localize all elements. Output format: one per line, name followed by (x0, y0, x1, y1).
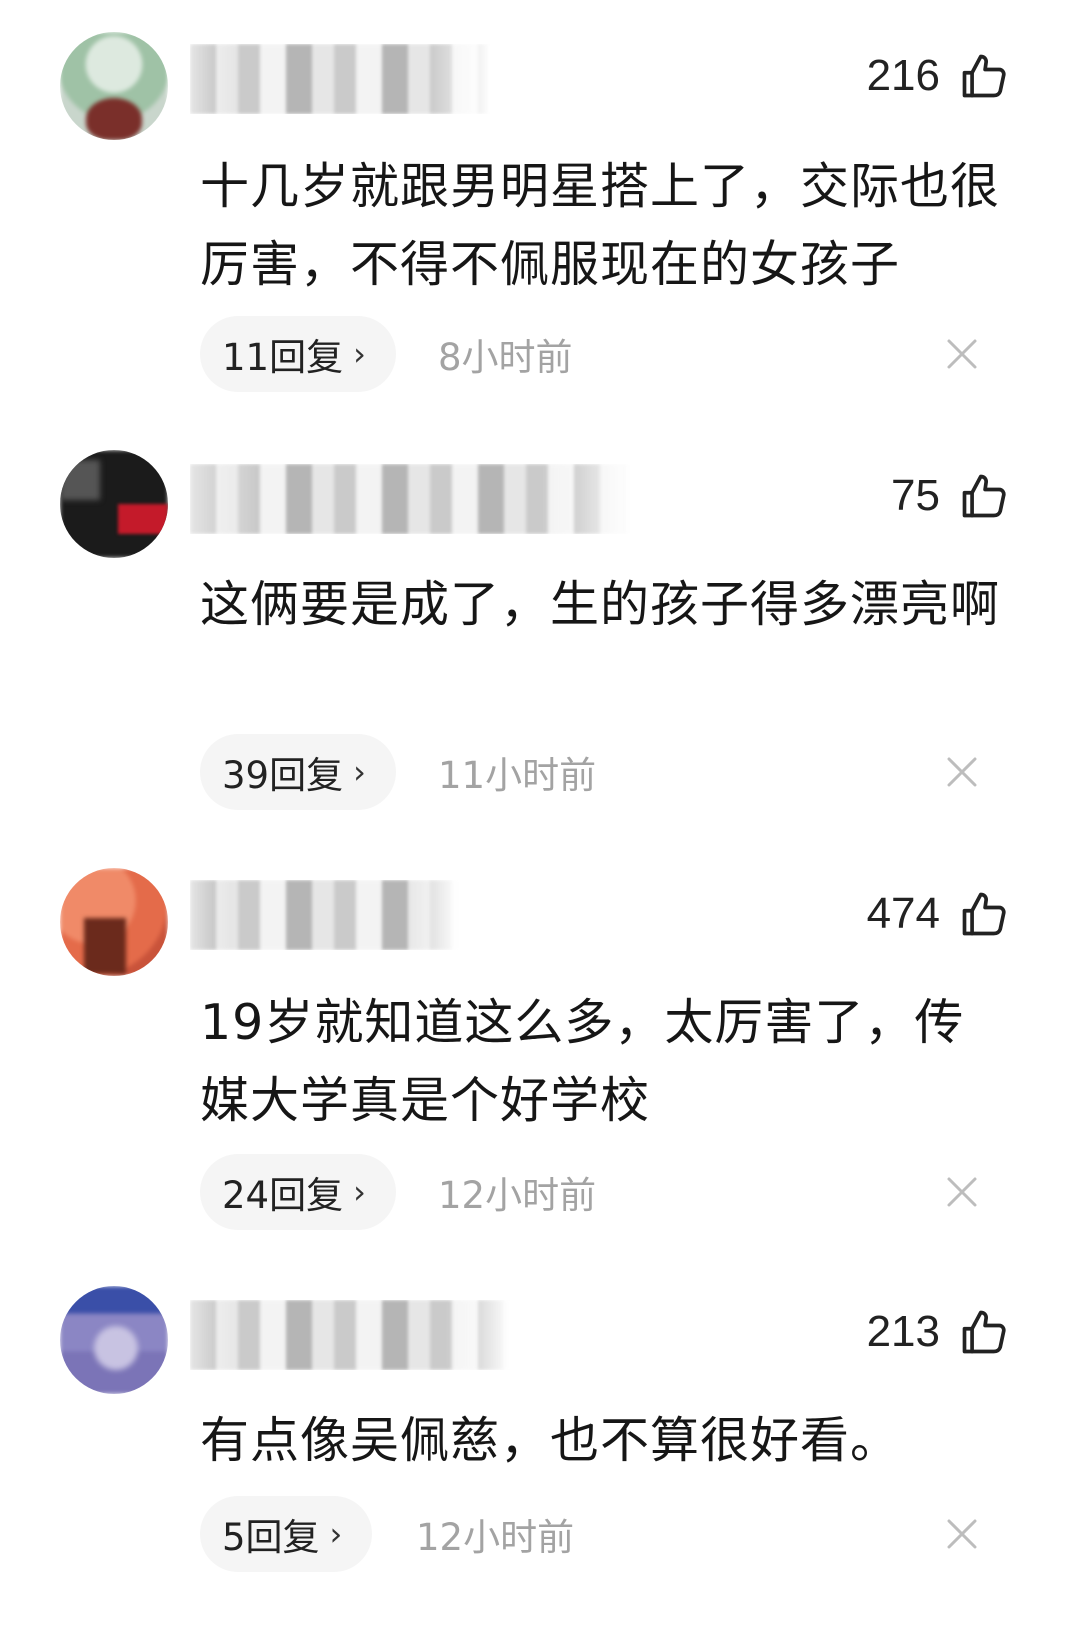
chevron-right-icon: › (353, 753, 366, 791)
thumbs-up-icon (962, 54, 1006, 98)
thumbs-up-icon (962, 1310, 1006, 1354)
like-count: 213 (866, 1307, 940, 1356)
comment-item: 213 有点像吴佩慈，也不算很好看。 5回复 › 12小时前 (0, 1260, 1080, 1633)
timestamp: 11小时前 (438, 754, 597, 797)
reply-count: 39回复 (222, 754, 344, 797)
comment-text: 有点像吴佩慈，也不算很好看。 (200, 1412, 901, 1469)
comment-text: 十几岁就跟男明星搭上了，交际也很厉害，不得不佩服现在的女孩子 (200, 158, 1001, 293)
username-redacted[interactable] (190, 1300, 510, 1370)
comment-item: 75 这俩要是成了，生的孩子得多漂亮啊 39回复 › 11小时前 (0, 420, 1080, 840)
username-redacted[interactable] (190, 880, 460, 950)
close-icon[interactable] (944, 336, 980, 372)
reply-count: 5回复 (222, 1516, 320, 1559)
comment-item: 216 十几岁就跟男明星搭上了，交际也很厉害，不得不佩服现在的女孩子 11回复 … (0, 0, 1080, 420)
reply-count: 24回复 (222, 1174, 344, 1217)
like-count: 216 (866, 51, 940, 100)
chevron-right-icon: › (329, 1515, 343, 1553)
thumbs-up-icon (962, 474, 1006, 518)
username-redacted[interactable] (190, 464, 630, 534)
avatar[interactable] (60, 450, 168, 558)
comment-text: 19岁就知道这么多，太厉害了，传媒大学真是个好学校 (200, 994, 965, 1129)
reply-button[interactable]: 39回复 › (200, 734, 396, 810)
reply-count: 11回复 (222, 336, 344, 379)
reply-button[interactable]: 11回复 › (200, 316, 396, 392)
close-icon[interactable] (944, 1174, 980, 1210)
close-icon[interactable] (944, 1516, 980, 1552)
like-button[interactable]: 213 (867, 1302, 1010, 1362)
comment-item: 474 19岁就知道这么多，太厉害了，传媒大学真是个好学校 24回复 › 12小… (0, 840, 1080, 1260)
thumbs-up-icon (962, 892, 1006, 936)
timestamp: 12小时前 (438, 1174, 597, 1217)
like-count: 75 (891, 471, 940, 520)
reply-button[interactable]: 5回复 › (200, 1496, 373, 1572)
timestamp: 12小时前 (416, 1516, 575, 1559)
chevron-right-icon: › (353, 1173, 366, 1211)
timestamp: 8小时前 (438, 336, 573, 379)
like-button[interactable]: 75 (891, 466, 1010, 526)
avatar[interactable] (60, 1286, 168, 1394)
like-count: 474 (866, 889, 940, 938)
reply-button[interactable]: 24回复 › (200, 1154, 396, 1230)
like-button[interactable]: 474 (867, 884, 1010, 944)
chevron-right-icon: › (353, 335, 366, 373)
comment-text: 这俩要是成了，生的孩子得多漂亮啊 (200, 576, 1001, 633)
close-icon[interactable] (944, 754, 980, 790)
like-button[interactable]: 216 (867, 46, 1010, 106)
avatar[interactable] (60, 868, 168, 976)
username-redacted[interactable] (190, 44, 490, 114)
avatar[interactable] (60, 32, 168, 140)
